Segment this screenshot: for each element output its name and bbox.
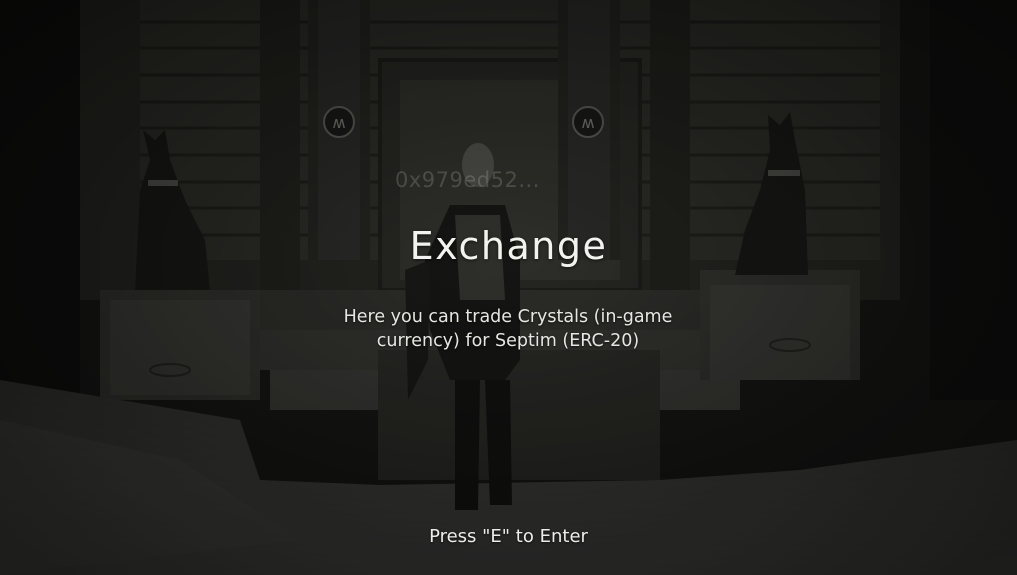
player-wallet-tag: 0x979ed52... xyxy=(395,168,540,192)
enter-prompt[interactable]: Press "E" to Enter xyxy=(0,526,1017,547)
location-description: Here you can trade Crystals (in-game cur… xyxy=(343,307,673,351)
game-scene-background: ʍ ʍ xyxy=(0,0,1017,575)
location-title: Exchange xyxy=(409,224,608,268)
